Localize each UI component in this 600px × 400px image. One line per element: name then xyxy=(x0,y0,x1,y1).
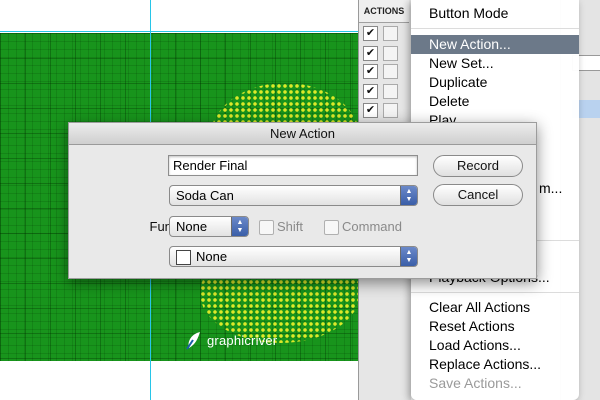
watermark-text: graphicriver xyxy=(207,332,278,348)
graphicriver-leaf-icon xyxy=(186,332,200,350)
action-row[interactable]: ✔ xyxy=(361,82,409,100)
function-key-select[interactable]: None ▲ ▼ xyxy=(169,216,249,237)
menu-item-new-set[interactable]: New Set... xyxy=(411,54,579,73)
menu-item-new-action[interactable]: New Action... xyxy=(411,35,579,54)
action-toggle-checkbox[interactable]: ✔ xyxy=(363,46,378,61)
dialog-toggle-box[interactable] xyxy=(383,26,398,41)
menu-item-reset-actions[interactable]: Reset Actions xyxy=(411,317,579,336)
dialog-toggle-box[interactable] xyxy=(383,84,398,99)
action-toggle-checkbox[interactable]: ✔ xyxy=(363,103,378,118)
menu-item-save-actions: Save Actions... xyxy=(429,375,522,391)
set-select-value: Soda Can xyxy=(176,188,234,203)
set-select[interactable]: Soda Can ▲ ▼ xyxy=(169,185,418,206)
graphicriver-watermark: graphicriver xyxy=(185,330,277,350)
dialog-toggle-box[interactable] xyxy=(383,103,398,118)
chevron-updown-icon: ▲ ▼ xyxy=(400,247,417,266)
color-swatch xyxy=(176,250,191,265)
menu-item-partial[interactable]: m... xyxy=(539,179,600,198)
color-select-value: None xyxy=(196,249,228,264)
dialog-toggle-box[interactable] xyxy=(383,46,398,61)
menu-separator xyxy=(411,292,579,293)
action-toggle-checkbox[interactable]: ✔ xyxy=(363,64,378,79)
shift-label: Shift xyxy=(277,219,304,234)
menu-item-replace-actions[interactable]: Replace Actions... xyxy=(411,355,579,374)
cancel-button[interactable]: Cancel xyxy=(433,184,523,206)
action-row[interactable]: ✔ xyxy=(361,24,409,42)
menu-item-load-actions[interactable]: Load Actions... xyxy=(411,336,579,355)
dialog-toggle-box[interactable] xyxy=(383,64,398,79)
menu-separator xyxy=(411,28,579,29)
chevron-updown-icon: ▲ ▼ xyxy=(231,217,248,236)
new-action-dialog: New Action Name: Render Final Set: Soda … xyxy=(68,122,537,279)
record-button[interactable]: Record xyxy=(433,155,523,177)
menu-item-duplicate[interactable]: Duplicate xyxy=(411,73,579,92)
menu-item-button-mode[interactable]: Button Mode xyxy=(411,4,579,23)
action-name-input[interactable]: Render Final xyxy=(168,155,418,176)
action-row[interactable]: ✔ xyxy=(361,101,409,119)
chevron-updown-icon: ▲ ▼ xyxy=(400,186,417,205)
actions-panel-tab[interactable]: ACTIONS xyxy=(359,0,409,23)
command-label: Command xyxy=(342,219,402,234)
horizontal-guide-line xyxy=(0,31,360,32)
command-checkbox[interactable] xyxy=(324,220,339,235)
action-toggle-checkbox[interactable]: ✔ xyxy=(363,26,378,41)
action-toggle-checkbox[interactable]: ✔ xyxy=(363,84,378,99)
dialog-title[interactable]: New Action xyxy=(69,123,536,145)
menu-item-clear-all-actions[interactable]: Clear All Actions xyxy=(411,298,579,317)
action-row[interactable]: ✔ xyxy=(361,62,409,80)
menu-item-delete[interactable]: Delete xyxy=(411,92,579,111)
shift-checkbox[interactable] xyxy=(259,220,274,235)
function-key-value: None xyxy=(176,219,208,234)
color-select[interactable]: None ▲ ▼ xyxy=(169,246,418,267)
action-row[interactable]: ✔ xyxy=(361,44,409,62)
